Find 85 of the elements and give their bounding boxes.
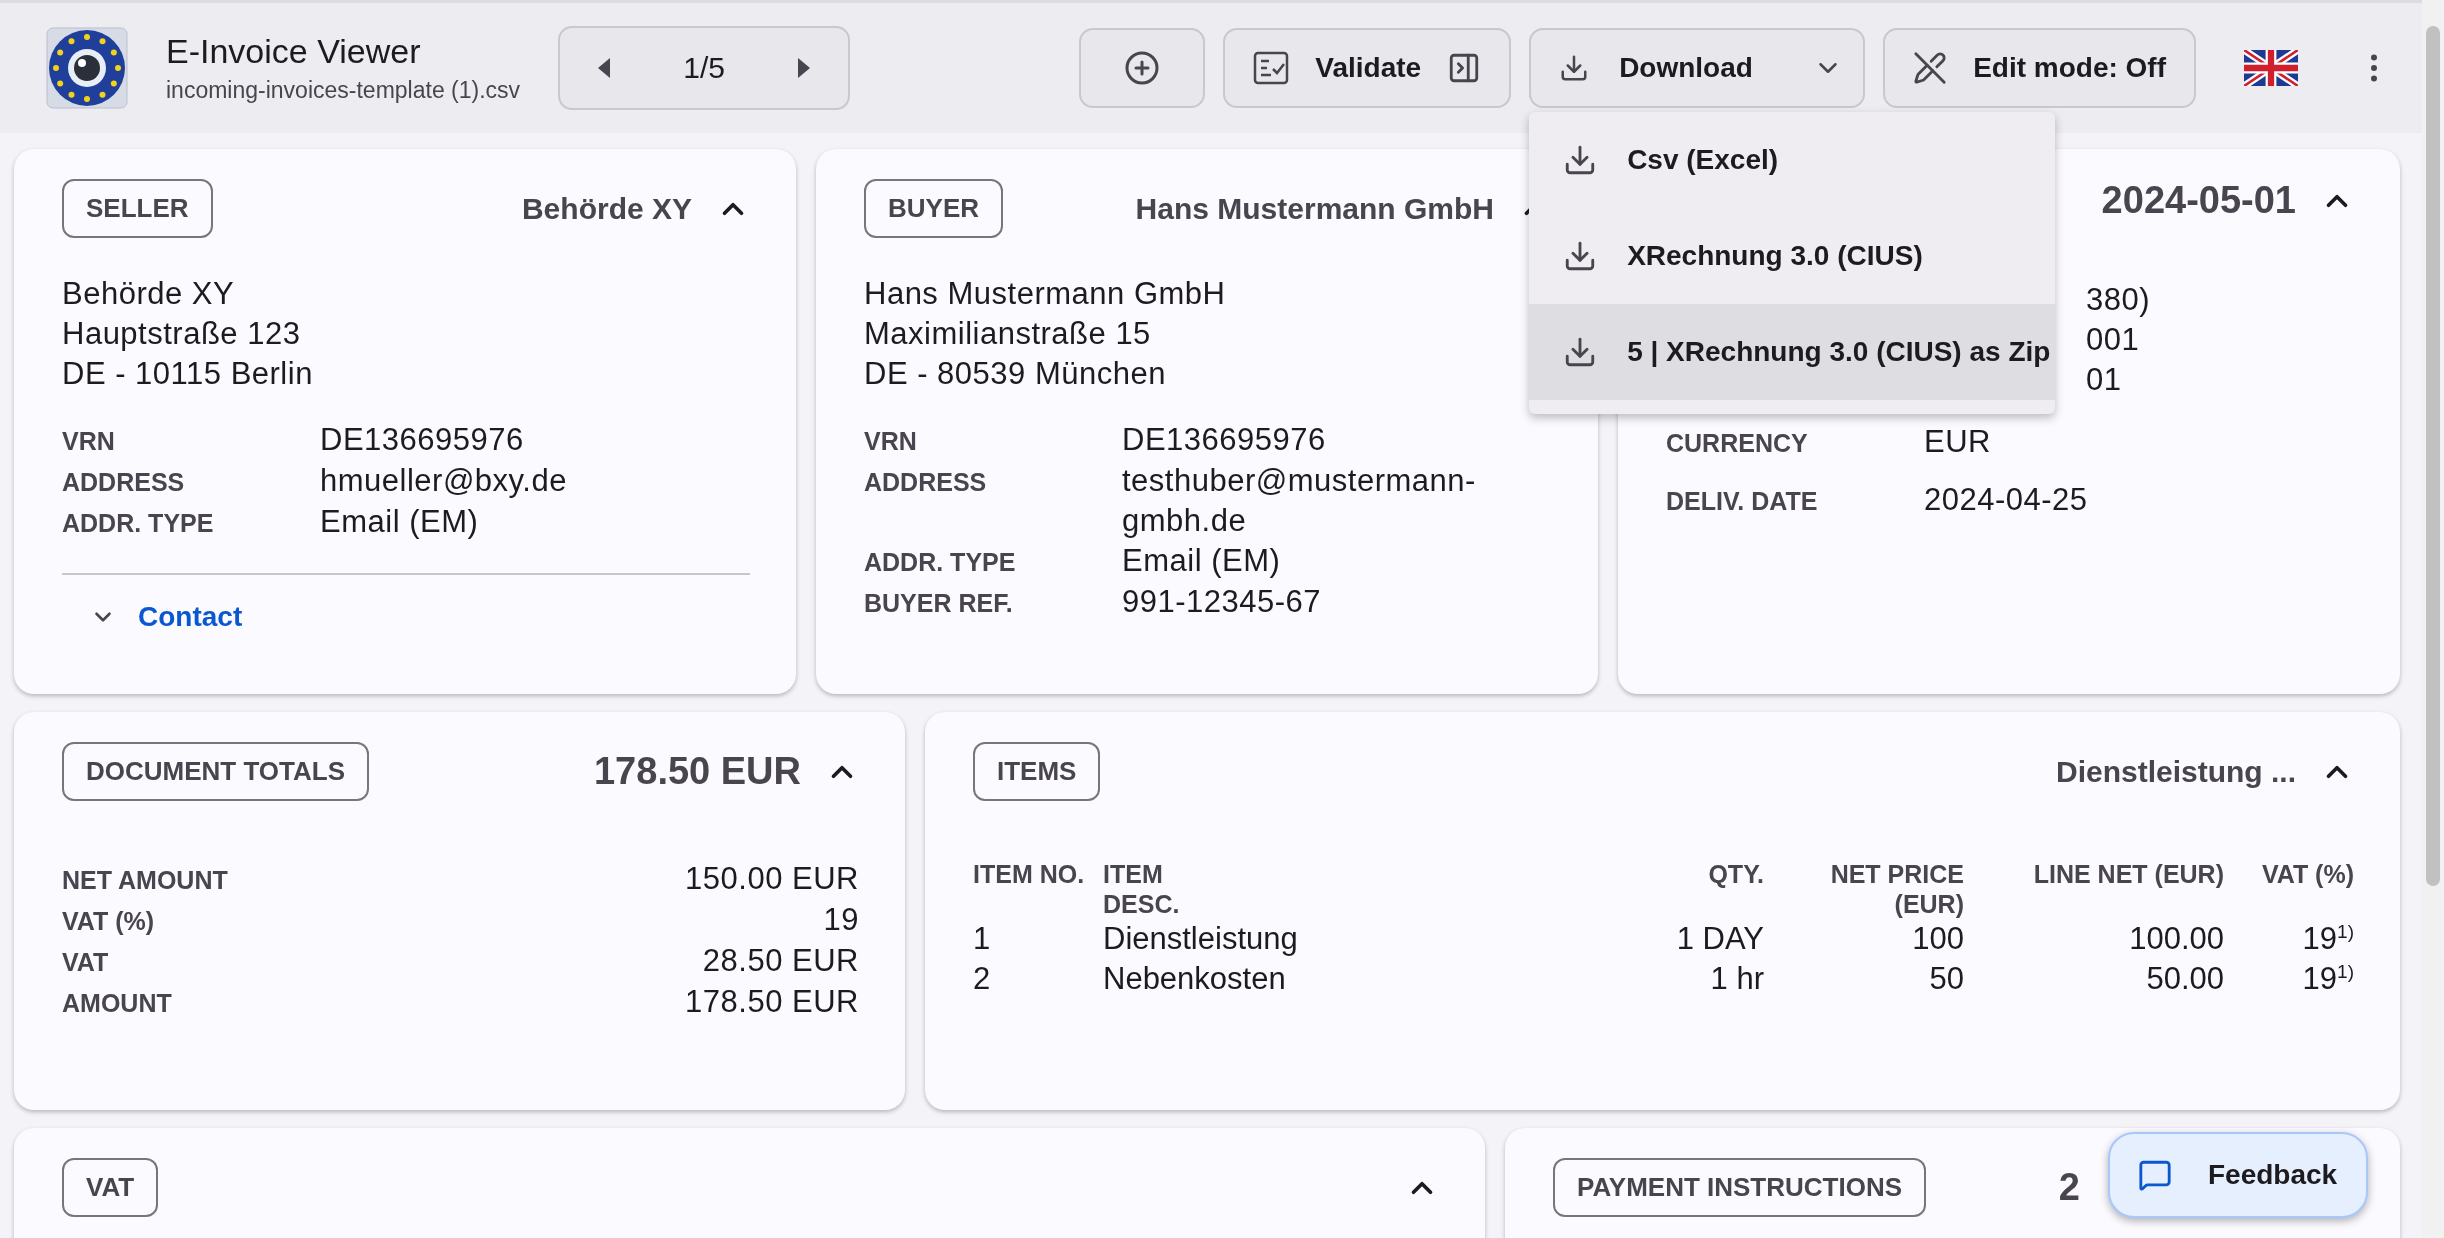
field-value: 991-12345-67: [1122, 583, 1323, 621]
section-label: ITEMS: [973, 742, 1101, 801]
field-value: DE136695976: [320, 421, 525, 459]
field-value: 19: [822, 901, 859, 939]
table-cell-text: 50.00: [2145, 960, 2224, 998]
table-cell-text: 1 DAY: [1675, 920, 1764, 958]
column-header: ITEM DESC.: [1103, 859, 1181, 919]
section-label: DOCUMENT TOTALS: [62, 742, 370, 801]
field-value: 28.50 EUR: [701, 942, 859, 980]
field-label: BUYER REF.: [864, 588, 1014, 619]
column-header: NET PRICE (EUR): [1829, 859, 1964, 919]
section-summary: Hans Mustermann GmbH: [1135, 191, 1494, 226]
table-cell-text: Dienstleistung: [1103, 920, 1299, 958]
field-label: ADDR. TYPE: [62, 508, 215, 539]
record-position: 1/5: [683, 51, 725, 85]
table-cell-text: Nebenkosten: [1103, 960, 1287, 998]
pen-off-icon: [1913, 51, 1948, 85]
validate-button[interactable]: Validate: [1223, 28, 1512, 108]
field-label: ADDR. TYPE: [864, 547, 1017, 578]
section-summary: 2024-05-01: [2101, 179, 2296, 222]
address-line: Hauptstraße 123: [62, 315, 301, 353]
chat-icon: [2138, 1158, 2172, 1192]
field-label: VAT: [62, 947, 110, 978]
column-header: VAT (%): [2261, 859, 2354, 890]
section-summary: 2: [2058, 1166, 2080, 1209]
field-label: VRN: [62, 426, 116, 457]
field-label: VAT (%): [62, 906, 156, 937]
scrollbar[interactable]: [2422, 0, 2444, 1238]
section-label: PAYMENT INSTRUCTIONS: [1553, 1158, 1927, 1217]
menu-item[interactable]: Csv (Excel): [1529, 112, 2056, 208]
field-label: ADDRESS: [62, 467, 186, 498]
table-cell-text: 100.00: [2128, 920, 2224, 958]
section-summary: 178.50 EUR: [594, 750, 801, 793]
address-line: Hans Mustermann GmbH: [864, 275, 1226, 313]
field-value: DE136695976: [1122, 421, 1327, 459]
table-cell-text: 1 hr: [1709, 960, 1764, 998]
address-line: DE - 80539 München: [864, 355, 1166, 393]
section-label: VAT: [62, 1158, 159, 1217]
menu-item[interactable]: XRechnung 3.0 (CIUS): [1529, 208, 2056, 304]
field-value: hmueller@bxy.de: [320, 462, 568, 500]
feedback-button[interactable]: Feedback: [2108, 1132, 2368, 1218]
logo-icon: [46, 27, 128, 109]
field-value: 2024-04-25: [1924, 481, 2089, 519]
field-value: 150.00 EUR: [685, 860, 859, 898]
table-cell-text: 19$^{1)}$: [2301, 919, 2354, 958]
contact-link[interactable]: Contact: [138, 601, 243, 633]
table-cell-text: 50: [1928, 960, 1964, 998]
table-cell-text: 1: [973, 920, 992, 958]
file-name: incoming-invoices-template (1).csv: [166, 77, 521, 104]
section-summary: Behörde XY: [521, 191, 692, 226]
field-label: VRN: [864, 426, 918, 457]
field-value: 178.50 EUR: [685, 983, 859, 1021]
flag-icon[interactable]: [2244, 50, 2298, 86]
field-value: 01: [2086, 361, 2123, 399]
edit-mode-button[interactable]: Edit mode: Off: [1883, 28, 2196, 108]
download-button[interactable]: Download: [1529, 28, 1866, 108]
section-label: BUYER: [864, 179, 1003, 238]
field-value: EUR: [1924, 423, 1992, 461]
table-cell-text: 19$^{1)}$: [2301, 959, 2354, 998]
menu-item[interactable]: 5 | XRechnung 3.0 (CIUS) as Zip: [1529, 304, 2056, 400]
add-icon: [1124, 50, 1161, 86]
column-header: ITEM NO.: [973, 859, 1085, 890]
download-icon: [1559, 53, 1590, 83]
field-label: DELIV. DATE: [1666, 486, 1819, 517]
section-label: SELLER: [62, 179, 213, 238]
field-value: testhuber@mustermann-gmbh.de: [1122, 462, 1477, 540]
address-line: Maximilianstraße 15: [864, 315, 1151, 353]
address-line: Behörde XY: [62, 275, 235, 313]
app-title: E-Invoice Viewer: [166, 32, 422, 71]
address-line: DE - 10115 Berlin: [62, 355, 313, 393]
field-label: NET AMOUNT: [62, 865, 229, 896]
checklist-icon: [1253, 51, 1290, 85]
field-label: ADDRESS: [864, 467, 988, 498]
field-value: 001: [2086, 321, 2141, 359]
table-cell-text: 100: [1911, 920, 1964, 958]
field-label: CURRENCY: [1666, 428, 1809, 459]
field-value: Email (EM): [320, 503, 480, 541]
field-value: 380): [2086, 281, 2152, 319]
section-summary: Dienstleistung ...: [2055, 754, 2296, 789]
field-label: AMOUNT: [62, 988, 173, 1019]
field-value: Email (EM): [1122, 542, 1282, 580]
add-button[interactable]: [1079, 28, 1206, 108]
column-header: LINE NET (EUR): [2033, 859, 2224, 890]
table-cell-text: 2: [973, 960, 992, 998]
column-header: QTY.: [1708, 859, 1764, 890]
